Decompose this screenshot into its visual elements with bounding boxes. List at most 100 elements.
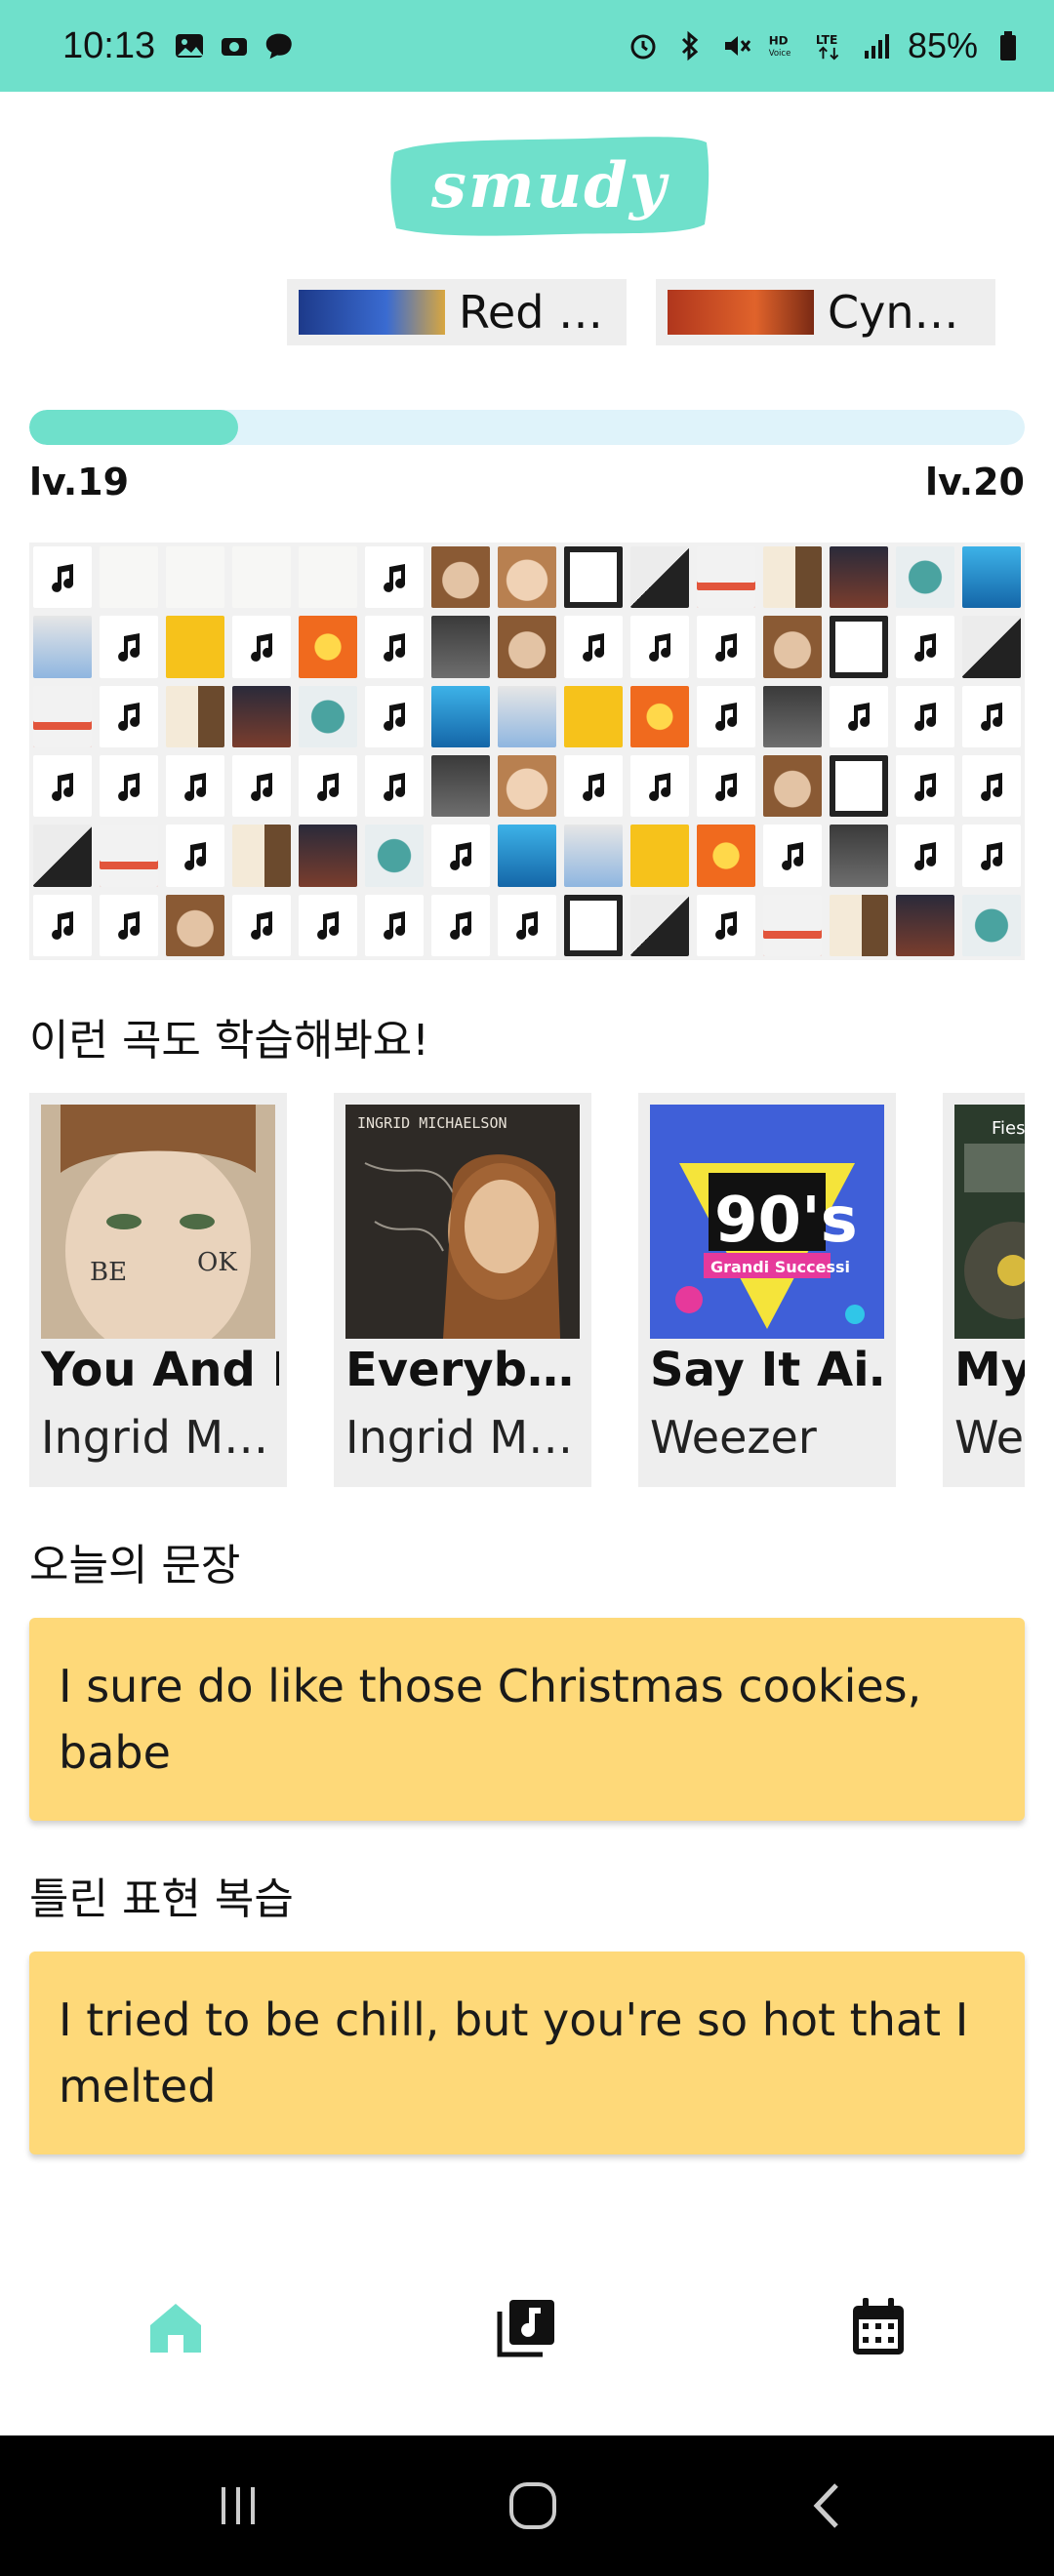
album-thumb-tile[interactable]: [896, 546, 954, 609]
album-thumb-tile[interactable]: [763, 754, 822, 818]
album-thumb-tile[interactable]: [299, 825, 357, 887]
music-note-tile[interactable]: [896, 754, 954, 818]
album-thumb-tile[interactable]: [763, 616, 822, 678]
music-note-tile[interactable]: [896, 685, 954, 747]
album-thumb-tile[interactable]: [896, 894, 954, 956]
album-thumb-tile[interactable]: [830, 616, 888, 678]
today-sentence-card[interactable]: I sure do like those Christmas cookies, …: [29, 1618, 1025, 1821]
music-note-tile[interactable]: [33, 894, 92, 956]
album-thumb-tile[interactable]: [564, 894, 623, 956]
album-thumb-tile[interactable]: [33, 825, 92, 887]
music-note-tile[interactable]: [896, 825, 954, 887]
music-note-tile[interactable]: [830, 685, 888, 747]
music-note-tile[interactable]: [100, 894, 158, 956]
music-note-tile[interactable]: [33, 754, 92, 818]
song-card[interactable]: INGRID MICHAELSON Everyb… Ingrid M…: [334, 1093, 591, 1487]
music-note-tile[interactable]: [232, 894, 291, 956]
album-thumb-tile[interactable]: [299, 546, 357, 609]
music-note-tile[interactable]: [100, 685, 158, 747]
album-thumb-tile[interactable]: [498, 685, 556, 747]
album-thumb-tile[interactable]: [498, 546, 556, 609]
top-card[interactable]: Red …: [287, 279, 627, 345]
music-note-tile[interactable]: [962, 825, 1021, 887]
album-thumb-tile[interactable]: [630, 685, 689, 747]
nav-home[interactable]: [132, 2283, 220, 2371]
smudy-logo[interactable]: smudy: [388, 131, 710, 240]
music-note-tile[interactable]: [896, 616, 954, 678]
music-note-tile[interactable]: [232, 754, 291, 818]
album-thumb-tile[interactable]: [630, 894, 689, 956]
music-note-tile[interactable]: [564, 616, 623, 678]
music-note-tile[interactable]: [365, 616, 424, 678]
album-thumb-tile[interactable]: [33, 685, 92, 747]
album-thumb-tile[interactable]: [962, 894, 1021, 956]
music-note-tile[interactable]: [431, 894, 490, 956]
music-note-tile[interactable]: [365, 894, 424, 956]
recommend-carousel[interactable]: BE OK You And I Ingrid M… INGRID MICHAEL…: [29, 1093, 1025, 1489]
music-note-tile[interactable]: [763, 825, 822, 887]
album-thumb-tile[interactable]: [630, 825, 689, 887]
album-thumb-tile[interactable]: [830, 894, 888, 956]
music-note-tile[interactable]: [365, 754, 424, 818]
music-note-tile[interactable]: [697, 616, 755, 678]
album-thumb-tile[interactable]: [166, 685, 224, 747]
music-note-tile[interactable]: [962, 754, 1021, 818]
music-note-tile[interactable]: [232, 616, 291, 678]
music-note-tile[interactable]: [33, 546, 92, 609]
album-thumb-tile[interactable]: [763, 546, 822, 609]
album-thumb-tile[interactable]: [431, 754, 490, 818]
album-thumb-tile[interactable]: [763, 685, 822, 747]
album-thumb-tile[interactable]: [166, 894, 224, 956]
album-thumb-tile[interactable]: [431, 546, 490, 609]
nav-music-library[interactable]: [483, 2283, 571, 2371]
nav-calendar[interactable]: [834, 2283, 922, 2371]
album-thumb-tile[interactable]: [763, 894, 822, 956]
music-note-tile[interactable]: [365, 685, 424, 747]
album-thumb-tile[interactable]: [100, 546, 158, 609]
album-thumb-tile[interactable]: [232, 825, 291, 887]
album-thumb-tile[interactable]: [830, 825, 888, 887]
music-note-tile[interactable]: [697, 754, 755, 818]
music-note-tile[interactable]: [498, 894, 556, 956]
top-card[interactable]: Cyn…: [656, 279, 995, 345]
album-thumb-tile[interactable]: [232, 685, 291, 747]
music-note-tile[interactable]: [100, 616, 158, 678]
album-thumb-tile[interactable]: [830, 546, 888, 609]
music-note-tile[interactable]: [697, 894, 755, 956]
album-thumb-tile[interactable]: [365, 825, 424, 887]
music-note-tile[interactable]: [431, 825, 490, 887]
album-thumb-tile[interactable]: [564, 546, 623, 609]
song-card[interactable]: BE OK You And I Ingrid M…: [29, 1093, 287, 1487]
music-note-tile[interactable]: [962, 685, 1021, 747]
recent-apps-button[interactable]: [199, 2471, 277, 2541]
music-note-tile[interactable]: [630, 616, 689, 678]
song-card[interactable]: Fies My We: [943, 1093, 1025, 1487]
music-note-tile[interactable]: [564, 754, 623, 818]
album-thumb-tile[interactable]: [166, 546, 224, 609]
home-button[interactable]: [494, 2471, 572, 2541]
music-note-tile[interactable]: [630, 754, 689, 818]
back-button[interactable]: [789, 2471, 867, 2541]
music-note-tile[interactable]: [299, 754, 357, 818]
album-thumb-tile[interactable]: [498, 616, 556, 678]
album-thumb-tile[interactable]: [232, 546, 291, 609]
album-thumb-tile[interactable]: [564, 825, 623, 887]
album-thumb-tile[interactable]: [431, 685, 490, 747]
album-thumb-tile[interactable]: [299, 685, 357, 747]
album-thumb-tile[interactable]: [166, 616, 224, 678]
music-note-tile[interactable]: [697, 685, 755, 747]
review-card[interactable]: I tried to be chill, but you're so hot t…: [29, 1952, 1025, 2154]
music-note-tile[interactable]: [365, 546, 424, 609]
album-thumb-tile[interactable]: [498, 825, 556, 887]
album-thumb-tile[interactable]: [962, 616, 1021, 678]
music-note-tile[interactable]: [299, 894, 357, 956]
album-thumb-tile[interactable]: [431, 616, 490, 678]
album-thumb-tile[interactable]: [962, 546, 1021, 609]
music-note-tile[interactable]: [100, 754, 158, 818]
music-note-tile[interactable]: [166, 825, 224, 887]
album-thumb-tile[interactable]: [33, 616, 92, 678]
album-thumb-tile[interactable]: [697, 825, 755, 887]
album-thumb-tile[interactable]: [830, 754, 888, 818]
album-thumb-tile[interactable]: [498, 754, 556, 818]
album-thumb-tile[interactable]: [564, 685, 623, 747]
